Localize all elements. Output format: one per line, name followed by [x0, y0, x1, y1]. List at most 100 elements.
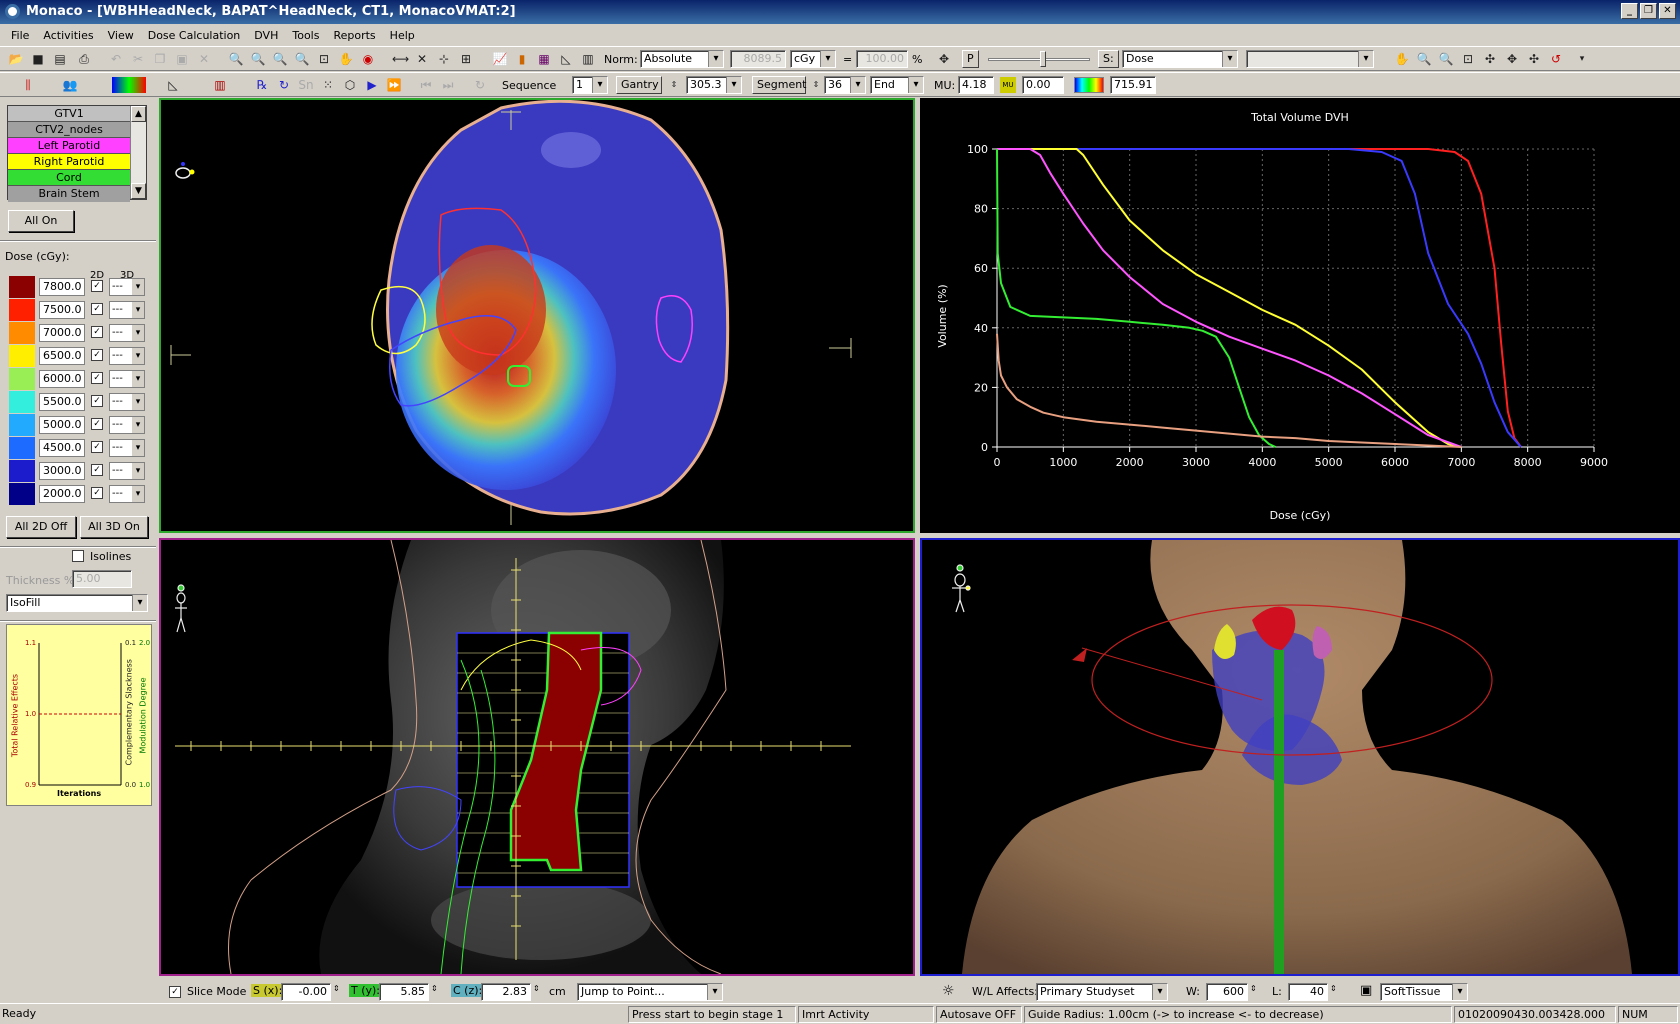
- window-field[interactable]: 600: [1206, 983, 1248, 1001]
- fast-forward-icon[interactable]: ⏩: [386, 77, 402, 93]
- all-3d-on-button[interactable]: All 3D On: [80, 516, 148, 538]
- dvh-chart[interactable]: Total Volume DVH Dose (cGy) Volume (%) 0…: [920, 98, 1680, 533]
- delete-icon[interactable]: ✕: [196, 51, 212, 67]
- dose-color-swatch[interactable]: [9, 391, 35, 413]
- s-spin-icon[interactable]: ⇕: [333, 984, 340, 993]
- colormap-swatch[interactable]: [1074, 77, 1104, 93]
- dose-2d-checkbox[interactable]: ✓: [91, 464, 103, 476]
- s-coord-field[interactable]: -0.00: [281, 983, 331, 1001]
- c-coord-field[interactable]: 2.83: [481, 983, 531, 1001]
- step-icon[interactable]: ⏭: [440, 77, 456, 93]
- structure-item[interactable]: Brain Stem: [8, 186, 130, 202]
- 3d-view[interactable]: [920, 538, 1680, 976]
- dose-line-style-select[interactable]: ---: [109, 324, 145, 342]
- all-on-button[interactable]: All On: [8, 210, 74, 232]
- menu-reports[interactable]: Reports: [326, 29, 382, 42]
- rx-icon[interactable]: ℞: [254, 77, 270, 93]
- histogram-icon[interactable]: ▮: [514, 51, 530, 67]
- node-icon[interactable]: ⬡: [342, 77, 358, 93]
- restore-button[interactable]: ❐: [1640, 3, 1657, 19]
- refresh-icon[interactable]: ↻: [472, 77, 488, 93]
- contour-icon[interactable]: ↻: [276, 77, 292, 93]
- dvh-icon[interactable]: ◺: [558, 51, 574, 67]
- dose-line-style-select[interactable]: ---: [109, 370, 145, 388]
- end-select[interactable]: End: [870, 76, 924, 94]
- reset-view-icon[interactable]: ◉: [360, 51, 376, 67]
- rotate-icon[interactable]: ✣: [1482, 51, 1498, 67]
- dose-2d-checkbox[interactable]: ✓: [91, 372, 103, 384]
- all-2d-off-button[interactable]: All 2D Off: [6, 516, 76, 538]
- dose-value-field[interactable]: 4500.0: [39, 439, 85, 457]
- 3d-render[interactable]: [922, 540, 1678, 974]
- structure-item[interactable]: Left Parotid: [8, 138, 130, 154]
- wl-preset-select[interactable]: SoftTissue: [1380, 983, 1468, 1001]
- axial-image[interactable]: [161, 100, 913, 531]
- dose-2d-checkbox[interactable]: ✓: [91, 303, 103, 315]
- dose-value-field[interactable]: 5000.0: [39, 416, 85, 434]
- dose-value-field[interactable]: 2000.0: [39, 485, 85, 503]
- segment-button[interactable]: Segment: [752, 76, 807, 94]
- dose-2d-checkbox[interactable]: ✓: [91, 487, 103, 499]
- fill-mode-select[interactable]: IsoFill: [6, 594, 148, 612]
- close-button[interactable]: ✕: [1659, 3, 1676, 19]
- dose-2d-checkbox[interactable]: ✓: [91, 441, 103, 453]
- zoom-out-icon[interactable]: 🔍: [250, 51, 266, 67]
- print-icon[interactable]: ⎙: [76, 51, 92, 67]
- scroll-up-icon[interactable]: ▲: [131, 106, 146, 122]
- dose-value-field[interactable]: 7500.0: [39, 301, 85, 319]
- play-icon[interactable]: ▶: [364, 77, 380, 93]
- structure-item[interactable]: CTV2_nodes: [8, 122, 130, 138]
- c-spin-icon[interactable]: ⇕: [533, 984, 540, 993]
- dose-line-style-select[interactable]: ---: [109, 393, 145, 411]
- thickness-field[interactable]: 5.00: [72, 570, 132, 588]
- menu-view[interactable]: View: [101, 29, 141, 42]
- dose-line-style-select[interactable]: ---: [109, 301, 145, 319]
- structure-item[interactable]: Cord: [8, 170, 130, 186]
- minimize-button[interactable]: _: [1621, 3, 1638, 19]
- axial-view[interactable]: [159, 98, 915, 533]
- slice-mode-checkbox[interactable]: ✓: [169, 986, 181, 998]
- zoom-fit-icon[interactable]: 🔍: [272, 51, 288, 67]
- open-folder-icon[interactable]: 📂: [8, 51, 24, 67]
- dose-line-style-select[interactable]: ---: [109, 462, 145, 480]
- film-icon[interactable]: ▥: [208, 77, 232, 93]
- norm-percent-field[interactable]: 100.00: [856, 50, 908, 68]
- dose-color-swatch[interactable]: [9, 437, 35, 459]
- sequence-select[interactable]: 1: [572, 76, 608, 94]
- beam-icon[interactable]: ⫼: [20, 77, 36, 93]
- t-coord-field[interactable]: 5.85: [379, 983, 429, 1001]
- copy-icon[interactable]: ❐: [152, 51, 168, 67]
- structure-scrollbar[interactable]: ▲ ▼: [130, 106, 146, 199]
- dose-color-swatch[interactable]: [9, 368, 35, 390]
- step-back-icon[interactable]: ⏮: [418, 77, 434, 93]
- dose-line-style-select[interactable]: ---: [109, 416, 145, 434]
- structure-item[interactable]: GTV1: [8, 106, 130, 122]
- dose-color-swatch[interactable]: [9, 322, 35, 344]
- chart-icon[interactable]: 📈: [492, 51, 508, 67]
- undo-icon[interactable]: ↶: [108, 51, 124, 67]
- hand-icon[interactable]: ✋: [1394, 51, 1410, 67]
- level-spin-icon[interactable]: ⇕: [1330, 984, 1337, 993]
- window-spin-icon[interactable]: ⇕: [1250, 984, 1257, 993]
- zoom-icon[interactable]: 🔍: [1416, 51, 1432, 67]
- dose-2d-checkbox[interactable]: ✓: [91, 326, 103, 338]
- dose-value-field[interactable]: 7000.0: [39, 324, 85, 342]
- zoom2-icon[interactable]: 🔍: [1438, 51, 1454, 67]
- norm-select[interactable]: Absolute: [640, 50, 724, 68]
- move-icon[interactable]: ✥: [936, 51, 952, 67]
- dose-color-swatch[interactable]: [9, 276, 35, 298]
- reset-3d-icon[interactable]: ↺: [1548, 51, 1564, 67]
- pan-icon[interactable]: ✥: [1504, 51, 1520, 67]
- pan-hand-icon[interactable]: ✋: [338, 51, 354, 67]
- fit-icon[interactable]: ⊡: [1460, 51, 1476, 67]
- sagittal-image[interactable]: [161, 540, 913, 974]
- dose-2d-checkbox[interactable]: ✓: [91, 418, 103, 430]
- open-icon[interactable]: ▤: [52, 51, 68, 67]
- menu-activities[interactable]: Activities: [36, 29, 100, 42]
- s-select[interactable]: Dose: [1122, 50, 1238, 68]
- menu-tools[interactable]: Tools: [285, 29, 326, 42]
- dose-color-icon[interactable]: [112, 77, 146, 93]
- wl-affects-select[interactable]: Primary Studyset: [1036, 983, 1168, 1001]
- dots-icon[interactable]: ⁙: [320, 77, 336, 93]
- level-field[interactable]: 40: [1288, 983, 1328, 1001]
